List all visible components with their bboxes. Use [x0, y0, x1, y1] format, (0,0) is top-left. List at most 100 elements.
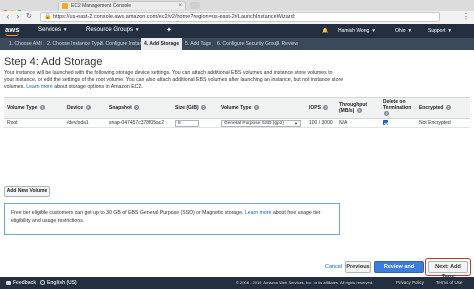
- url-text: https://us-east-2.console.aws.amazon.com…: [53, 14, 296, 20]
- free-tier-text: Free tier eligible customers can get up …: [11, 210, 244, 216]
- copyright-text: © 2008 - 2019, Amazon Web Services, Inc.…: [236, 280, 374, 285]
- language-selector[interactable]: English (US): [40, 277, 77, 289]
- volume-type-select[interactable]: General Purpose SSD (gp2) ▼: [221, 119, 301, 127]
- aws-smile-icon: [5, 33, 19, 36]
- resource-groups-label: Resource Groups: [86, 27, 134, 33]
- help-icon[interactable]: ?: [323, 105, 329, 111]
- cell-iops: 100 / 3000: [306, 118, 336, 128]
- cell-device: /dev/sda1: [64, 118, 106, 128]
- review-and-launch-button[interactable]: Review and Launch: [374, 261, 424, 280]
- table-header-row: Volume Type ? Device ? Snapshot ? Size (…: [4, 97, 470, 119]
- support-label: Support: [428, 28, 446, 34]
- chevron-down-icon: ▼: [294, 120, 298, 126]
- chevron-down-icon: ▼: [407, 28, 413, 33]
- help-icon[interactable]: ?: [356, 108, 362, 114]
- services-menu[interactable]: Services ▼: [38, 27, 67, 33]
- pin-icon[interactable]: ✦: [166, 26, 172, 34]
- cell-delete-on-termination: [380, 118, 416, 128]
- help-icon[interactable]: ?: [134, 105, 140, 111]
- delete-on-termination-checkbox[interactable]: [383, 120, 388, 126]
- privacy-policy-link[interactable]: Privacy Policy: [396, 277, 424, 289]
- col-size-label: Size (GiB): [175, 105, 199, 111]
- back-icon[interactable]: ‹: [3, 12, 13, 22]
- col-encrypted: Encrypted ?: [416, 97, 470, 119]
- browser-tab[interactable]: EC2 Management Console ×: [58, 1, 186, 10]
- bell-icon[interactable]: 🔔: [322, 28, 328, 34]
- col-throughput: Throughput (MB/s) ?: [336, 97, 380, 119]
- col-size: Size (GiB) ?: [172, 97, 218, 119]
- col-snapshot-label: Snapshot: [109, 105, 132, 111]
- language-label: English (US): [47, 280, 77, 286]
- globe-icon: [40, 280, 45, 286]
- help-icon[interactable]: ?: [85, 105, 91, 111]
- user-name: Hamish Wong: [338, 28, 370, 34]
- col-encrypted-label: Encrypted: [419, 105, 444, 111]
- help-icon[interactable]: ?: [384, 111, 389, 117]
- feedback-icon: [6, 280, 11, 285]
- col-volume-purpose: Volume Type ?: [218, 97, 306, 119]
- col-device: Device ?: [64, 97, 106, 119]
- browser-nav-row: ‹ › ↻ 🔒 https://us-east-2.console.aws.am…: [0, 11, 474, 24]
- table-row: Root /dev/sda1 snap-047457c378f05ac2 8 G…: [4, 118, 470, 128]
- size-input[interactable]: 8: [175, 119, 199, 127]
- description-tail: about storage options in Amazon EC2.: [54, 84, 143, 91]
- cell-size: 8: [172, 118, 218, 128]
- storage-table: Volume Type ? Device ? Snapshot ? Size (…: [4, 97, 470, 128]
- col-volume-type-label: Volume Type: [7, 105, 38, 111]
- tab-close-icon[interactable]: ×: [178, 2, 182, 10]
- wizard-steps: 1. Choose AMI 2. Choose Instance Type 3.…: [0, 38, 474, 50]
- free-tier-learn-more-link[interactable]: Learn more: [245, 210, 272, 216]
- help-icon[interactable]: ?: [39, 105, 45, 111]
- tab-configure-security-group[interactable]: 6. Configure Security Group: [214, 38, 282, 50]
- chevron-down-icon: ▼: [63, 27, 68, 32]
- aws-favicon-icon: [62, 3, 68, 9]
- col-delete-on-termination: Delete on Termination ?: [380, 97, 416, 119]
- help-icon[interactable]: ?: [253, 105, 259, 111]
- chevron-down-icon: ▼: [447, 28, 452, 33]
- user-menu[interactable]: Hamish Wong ▼: [338, 28, 376, 34]
- services-label: Services: [38, 27, 62, 33]
- tab-bar: EC2 Management Console ×: [0, 0, 474, 15]
- col-throughput-label: Throughput (MB/s): [339, 102, 368, 114]
- cell-throughput: N/A: [336, 118, 380, 128]
- page-title: Step 4: Add Storage: [4, 56, 103, 68]
- chevron-down-icon: ▼: [135, 27, 140, 32]
- tab-add-tags[interactable]: 5. Add Tags: [182, 38, 214, 50]
- cell-encrypted: Not Encrypted: [416, 118, 470, 128]
- tab-review[interactable]: 7. Review: [273, 38, 301, 50]
- cell-snapshot: snap-047457c378f05ac2: [106, 118, 172, 128]
- tab-add-storage[interactable]: 4. Add Storage: [141, 38, 183, 50]
- reload-icon[interactable]: ↻: [24, 12, 34, 22]
- support-menu[interactable]: Support ▼: [428, 28, 452, 34]
- forward-icon[interactable]: ›: [13, 12, 23, 22]
- next-add-tags-button[interactable]: Next: Add Tags: [428, 261, 468, 280]
- help-icon[interactable]: ?: [445, 105, 451, 111]
- free-tier-info-box: Free tier eligible customers can get up …: [4, 203, 340, 235]
- region-label: Ohio: [395, 28, 406, 34]
- learn-more-link[interactable]: Learn more: [26, 84, 53, 90]
- page-description: Your instance will be launched with the …: [4, 70, 344, 92]
- terms-of-use-link[interactable]: Terms of Use: [436, 277, 463, 289]
- feedback-label: Feedback: [13, 280, 37, 286]
- url-bar[interactable]: 🔒 https://us-east-2.console.aws.amazon.c…: [40, 12, 440, 22]
- add-new-volume-button[interactable]: Add New Volume: [4, 186, 50, 197]
- new-tab-button[interactable]: [190, 2, 200, 9]
- cell-volume-purpose: General Purpose SSD (gp2) ▼: [218, 118, 306, 128]
- chevron-down-icon: ▼: [371, 28, 376, 33]
- browser-chrome: EC2 Management Console × ‹ › ↻ 🔒 https:/…: [0, 0, 474, 24]
- feedback-link[interactable]: Feedback: [6, 277, 36, 289]
- region-menu[interactable]: Ohio ▼: [395, 28, 412, 34]
- tab-choose-ami[interactable]: 1. Choose AMI: [6, 38, 45, 50]
- cancel-link[interactable]: Cancel: [325, 264, 342, 270]
- browser-menu-icon[interactable]: ⋮: [462, 12, 470, 21]
- volume-type-value: General Purpose SSD (gp2): [224, 120, 284, 126]
- resource-groups-menu[interactable]: Resource Groups ▼: [86, 27, 140, 33]
- lock-icon: 🔒: [44, 14, 52, 20]
- previous-button[interactable]: Previous: [345, 261, 371, 273]
- col-snapshot: Snapshot ?: [106, 97, 172, 119]
- col-iops-label: IOPS: [309, 105, 321, 111]
- main-content: Step 4: Add Storage Your instance will b…: [0, 50, 474, 277]
- col-volume-purpose-label: Volume Type: [221, 105, 252, 111]
- help-icon[interactable]: ?: [201, 105, 207, 111]
- col-iops: IOPS ?: [306, 97, 336, 119]
